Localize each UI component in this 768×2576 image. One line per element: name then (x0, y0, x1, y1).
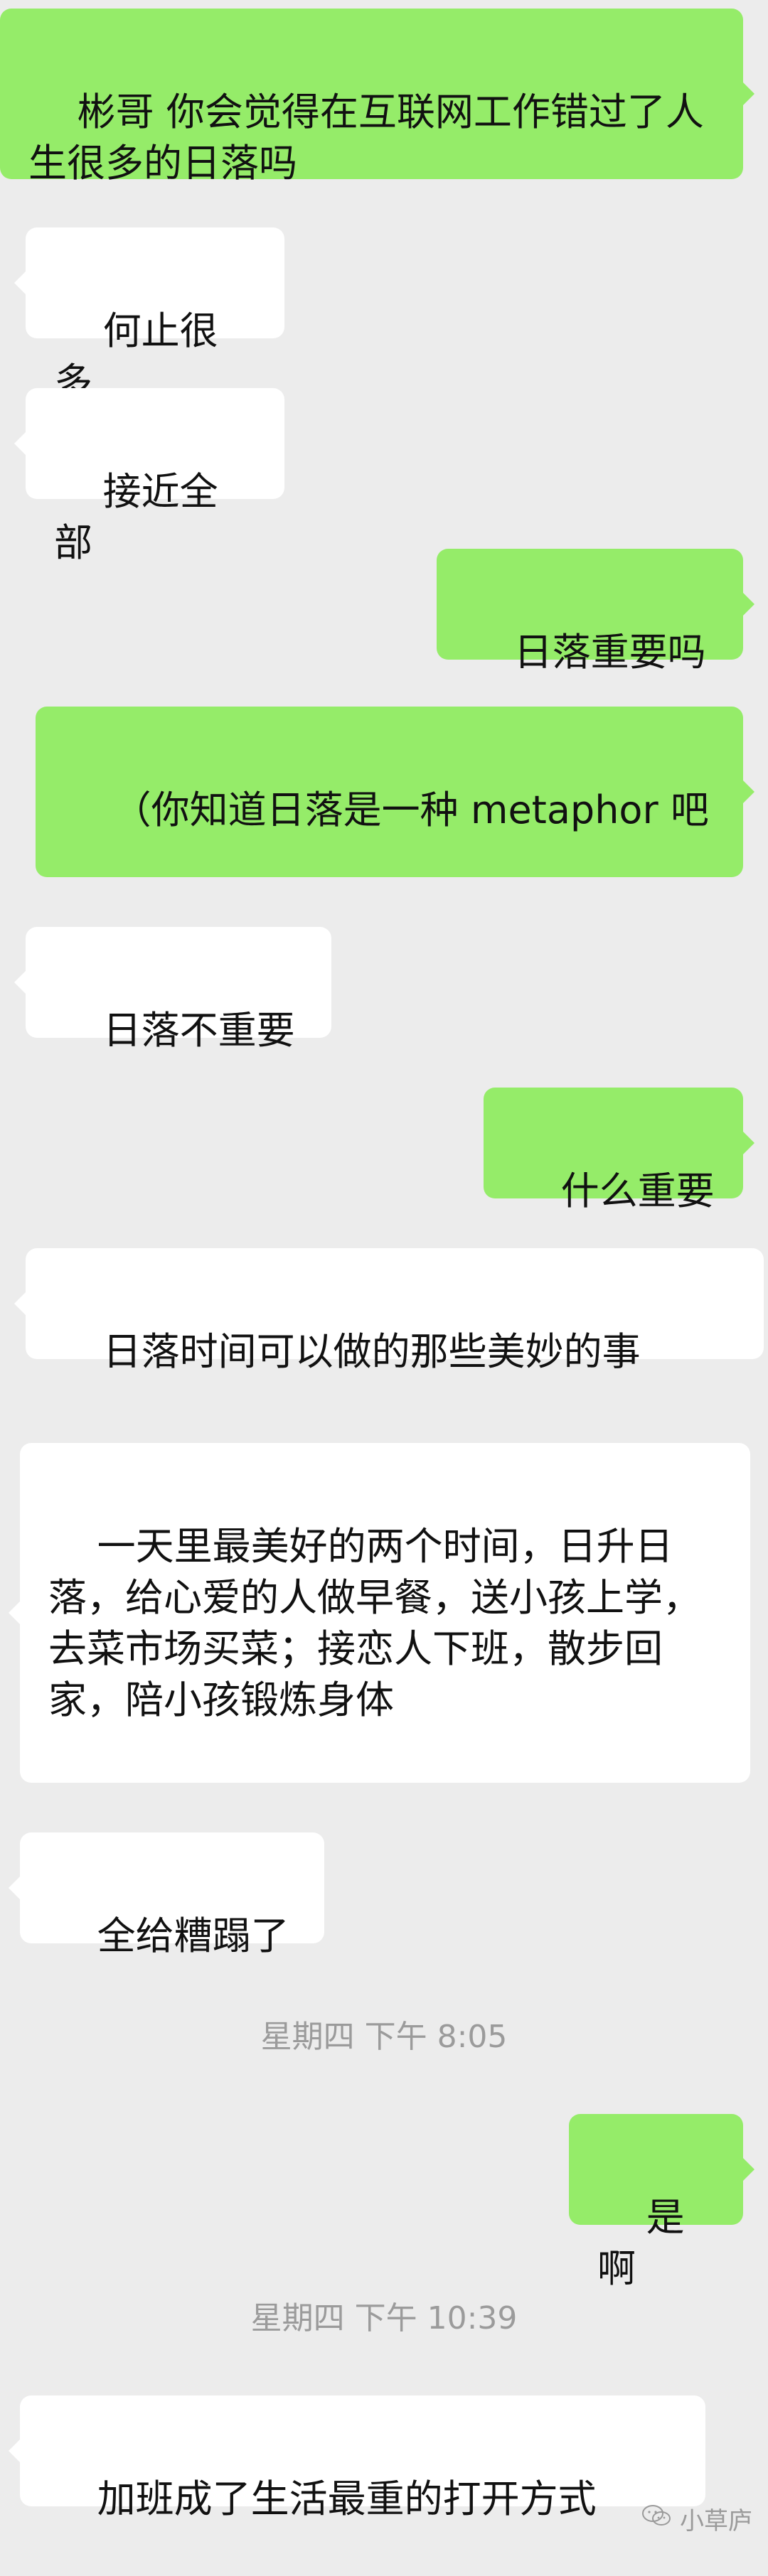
chat-bubble-incoming[interactable]: 日落不重要 (14, 927, 331, 1053)
message-text: 接近全部 (54, 469, 218, 565)
message-text: 什么重要 (560, 1169, 715, 1213)
message-text: 加班成了生活最重的打开方式 (97, 2476, 597, 2521)
chat-bubble-incoming[interactable]: 接近全部 (14, 388, 284, 565)
chat-bubble-outgoing[interactable]: 是啊 (569, 2114, 754, 2291)
chat-bubble-outgoing[interactable]: 什么重要 (484, 1088, 754, 1213)
chat-bubble-incoming[interactable]: 何止很多 (14, 227, 284, 404)
chat-bubble-incoming[interactable]: 全给糟蹋了 (9, 1832, 324, 1958)
chat-bubble-outgoing[interactable]: 彬哥 你会觉得在互联网工作错过了人生很多的日落吗 (0, 9, 754, 186)
message-text: 是啊 (597, 2195, 685, 2291)
message-text: 日落重要吗 (513, 630, 706, 675)
chat-bubble-outgoing[interactable]: 日落重要吗 (437, 549, 754, 675)
wechat-icon (641, 2504, 673, 2533)
message-text: 一天里最美好的两个时间，日升日落，给心爱的人做早餐，送小孩上学，去菜市场买菜；接… (48, 1524, 701, 1722)
watermark-text: 小草庐 (680, 2506, 752, 2535)
message-text: 全给糟蹋了 (97, 1914, 289, 1958)
chat-bubble-incoming[interactable]: 加班成了生活最重的打开方式 (9, 2395, 705, 2521)
watermark: 小草庐 (641, 2499, 752, 2538)
message-timestamp: 星期四 下午 8:05 (260, 2019, 508, 2055)
chat-bubble-incoming[interactable]: 一天里最美好的两个时间，日升日落，给心爱的人做早餐，送小孩上学，去菜市场买菜；接… (9, 1443, 750, 1783)
message-timestamp: 星期四 下午 10:39 (250, 2300, 518, 2336)
chat-bubble-outgoing[interactable]: （你知道日落是一种 metaphor 吧 (36, 707, 754, 877)
message-text: 日落不重要 (102, 1008, 295, 1053)
message-text: 彬哥 你会觉得在互联网工作错过了人生很多的日落吗 (28, 90, 704, 186)
message-text: 日落时间可以做的那些美妙的事 (102, 1329, 641, 1374)
chat-bubble-incoming[interactable]: 日落时间可以做的那些美妙的事 (14, 1248, 764, 1374)
message-text: （你知道日落是一种 metaphor 吧 (112, 788, 709, 832)
